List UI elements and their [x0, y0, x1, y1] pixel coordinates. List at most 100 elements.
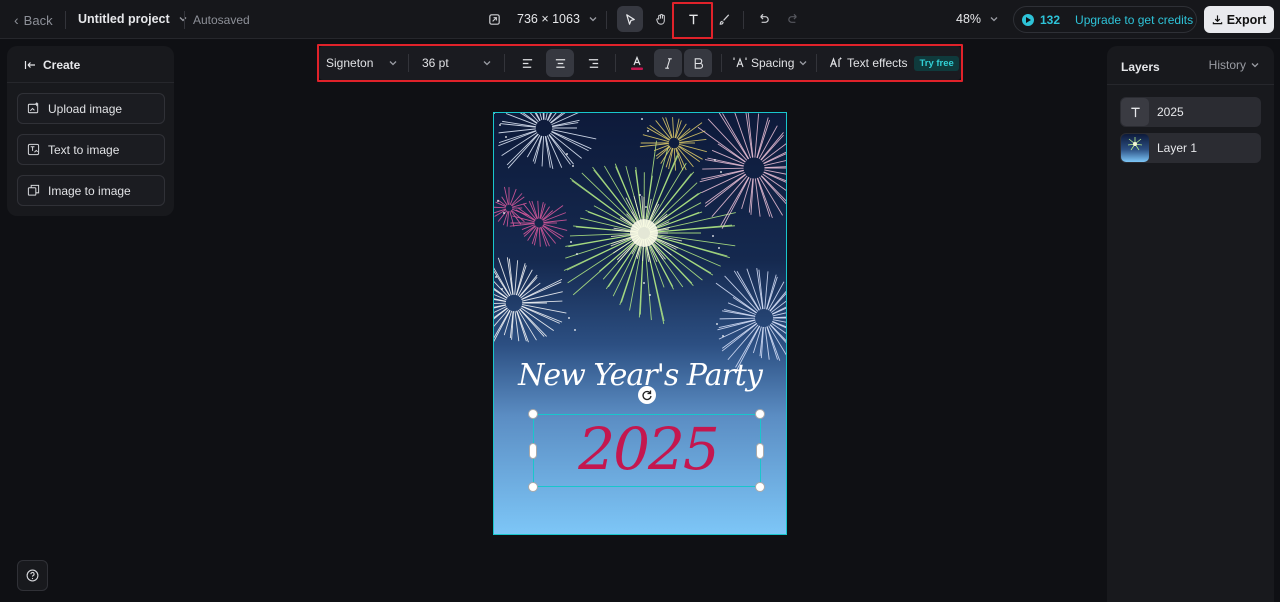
- ai-sparkle-icon: [829, 57, 842, 68]
- text-effects-label: Text effects: [847, 56, 908, 70]
- divider: [7, 82, 174, 83]
- chevron-down-icon: [483, 61, 491, 66]
- resize-handle-bottom-right[interactable]: [755, 482, 765, 492]
- align-right-button[interactable]: [579, 49, 607, 77]
- text-tool-button[interactable]: [680, 6, 706, 32]
- upload-image-label: Upload image: [48, 101, 123, 116]
- chevron-down-icon: [990, 17, 998, 22]
- text-color-button[interactable]: [623, 49, 651, 77]
- divider: [504, 54, 505, 72]
- image-to-image-button[interactable]: Image to image: [17, 175, 165, 206]
- cursor-arrow-icon: [625, 13, 635, 25]
- chevron-down-icon: [1251, 63, 1259, 68]
- font-size-dropdown[interactable]: 36 pt: [422, 46, 492, 80]
- resize-handle-bottom-left[interactable]: [528, 482, 538, 492]
- italic-icon: [664, 57, 672, 69]
- resize-handle-left[interactable]: [529, 443, 537, 459]
- resize-canvas-icon[interactable]: [481, 6, 507, 32]
- undo-icon: [759, 13, 769, 23]
- image-layer-thumbnail: [1121, 134, 1149, 162]
- font-size-value: 36 pt: [422, 56, 449, 70]
- export-button[interactable]: Export: [1204, 6, 1274, 33]
- create-panel: Create Upload image Text to image Image …: [7, 46, 174, 216]
- resize-handle-right[interactable]: [756, 443, 764, 459]
- chevron-down-icon: [179, 17, 187, 22]
- image-to-image-icon: [27, 184, 40, 196]
- help-question-icon: [26, 569, 39, 582]
- project-title: Untitled project: [78, 12, 170, 26]
- export-label: Export: [1226, 12, 1267, 27]
- select-tool-button[interactable]: [617, 6, 643, 32]
- undo-button[interactable]: [750, 6, 776, 32]
- zoom-dropdown[interactable]: 48%: [956, 12, 999, 26]
- text-format-toolbar: Signeton 36 pt Spacing Text effects Try …: [319, 46, 961, 80]
- rotate-icon: [642, 390, 652, 401]
- text-to-image-button[interactable]: Text to image: [17, 134, 165, 165]
- divider: [606, 11, 607, 29]
- credits-count: 132: [1040, 12, 1061, 27]
- create-panel-header[interactable]: Create: [24, 58, 80, 72]
- text-to-image-icon: [27, 143, 40, 156]
- layer-item-2025[interactable]: 2025: [1120, 97, 1261, 127]
- resize-handle-top-right[interactable]: [755, 409, 765, 419]
- redo-button[interactable]: [780, 6, 806, 32]
- font-family-dropdown[interactable]: Signeton: [326, 46, 398, 80]
- divider: [1107, 84, 1274, 85]
- divider: [816, 54, 817, 72]
- upload-image-button[interactable]: Upload image: [17, 93, 165, 124]
- canvas-size-dropdown[interactable]: 736 × 1063: [517, 12, 598, 26]
- back-label: Back: [23, 12, 53, 28]
- chevron-left-icon: ‹: [14, 12, 19, 28]
- chevron-down-icon: [389, 61, 397, 66]
- save-status: Autosaved: [193, 13, 250, 27]
- text-t-icon: [688, 14, 698, 24]
- hand-icon: [655, 13, 665, 25]
- divider: [408, 54, 409, 72]
- text-to-image-label: Text to image: [48, 142, 120, 157]
- brush-tool-button[interactable]: [711, 6, 737, 32]
- resize-handle-top-left[interactable]: [528, 409, 538, 419]
- back-button[interactable]: ‹ Back: [14, 12, 53, 28]
- text-layer-icon: [1121, 98, 1149, 126]
- divider: [65, 11, 66, 29]
- canvas-size-label: 736 × 1063: [517, 12, 580, 26]
- align-left-button[interactable]: [513, 49, 541, 77]
- help-button[interactable]: [17, 560, 48, 591]
- chevron-down-icon: [799, 61, 807, 66]
- layers-panel: Layers History 2025 Layer 1: [1107, 46, 1274, 602]
- align-center-icon: [555, 58, 565, 68]
- credits-icon: [1022, 13, 1034, 26]
- align-center-button[interactable]: [546, 49, 574, 77]
- divider: [184, 11, 185, 29]
- upload-image-icon: [27, 102, 39, 114]
- hand-tool-button[interactable]: [648, 6, 674, 32]
- layer-name: Layer 1: [1157, 141, 1198, 155]
- project-title-dropdown[interactable]: Untitled project: [78, 12, 188, 26]
- top-bar: ‹ Back Untitled project Autosaved 736 × …: [0, 0, 1280, 39]
- layer-item-layer-1[interactable]: Layer 1: [1120, 133, 1261, 163]
- history-label: History: [1208, 58, 1246, 72]
- spacing-dropdown[interactable]: Spacing: [733, 46, 808, 80]
- text-selection-box[interactable]: [533, 414, 761, 487]
- letter-spacing-icon: [733, 57, 747, 68]
- spacing-label: Spacing: [751, 56, 795, 70]
- try-free-badge: Try free: [914, 55, 959, 71]
- chevron-down-icon: [589, 17, 597, 22]
- upgrade-label: Upgrade to get credits: [1075, 12, 1194, 27]
- bold-button[interactable]: [684, 49, 712, 77]
- italic-button[interactable]: [654, 49, 682, 77]
- divider: [615, 54, 616, 72]
- layers-tab[interactable]: Layers: [1121, 60, 1160, 74]
- zoom-level: 48%: [956, 12, 982, 26]
- history-dropdown[interactable]: History: [1209, 58, 1260, 72]
- align-left-icon: [522, 58, 532, 68]
- divider: [743, 11, 744, 29]
- redo-icon: [787, 13, 797, 23]
- rotate-handle[interactable]: [638, 386, 656, 404]
- divider: [721, 54, 722, 72]
- text-effects-button[interactable]: Text effects Try free: [829, 46, 959, 80]
- bold-icon: [694, 57, 703, 69]
- credits-upgrade-button[interactable]: 132 Upgrade to get credits: [1013, 6, 1197, 33]
- collapse-left-icon: [24, 61, 35, 69]
- layer-name: 2025: [1157, 105, 1184, 119]
